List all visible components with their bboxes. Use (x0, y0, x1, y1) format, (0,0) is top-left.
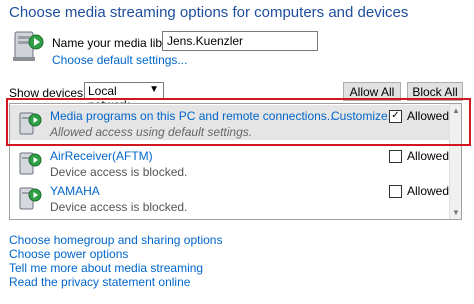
media-programs-icon (17, 109, 43, 137)
library-name-input[interactable] (162, 31, 318, 51)
device-name-media-programs[interactable]: Media programs on this PC and remote con… (50, 109, 337, 123)
device-name-yamaha[interactable]: YAMAHA (50, 184, 100, 198)
homegroup-sharing-link[interactable]: Choose homegroup and sharing options (9, 233, 222, 247)
allowed-checkbox-yamaha[interactable]: Allowed (389, 184, 449, 198)
checkbox-checked-icon: ✓ (389, 109, 402, 123)
page-title: Choose media streaming options for compu… (9, 4, 409, 21)
media-streaming-info-link[interactable]: Tell me more about media streaming (9, 261, 222, 275)
allowed-checkbox-media-programs[interactable]: ✓ Allowed (389, 109, 449, 123)
choose-default-settings-link[interactable]: Choose default settings... (52, 53, 187, 67)
device-row-yamaha[interactable]: YAMAHA Device access is blocked. Allowed (10, 180, 450, 215)
device-status-media-programs: Allowed access using default settings. (50, 125, 253, 139)
scroll-down-icon[interactable]: ▼ (452, 208, 460, 217)
scroll-up-icon[interactable]: ▲ (452, 106, 460, 115)
bottom-links: Choose homegroup and sharing options Cho… (9, 233, 222, 289)
checkbox-unchecked-icon (389, 184, 402, 198)
checkbox-unchecked-icon (389, 149, 402, 163)
media-library-icon (9, 29, 45, 65)
device-list-scrollbar[interactable]: ▲ ▼ (449, 104, 461, 219)
device-list: Media programs on this PC and remote con… (9, 103, 462, 220)
customize-link[interactable]: Customize... (331, 109, 398, 123)
power-options-link[interactable]: Choose power options (9, 247, 222, 261)
device-status-airreceiver: Device access is blocked. (50, 165, 188, 179)
block-all-button[interactable]: Block All (407, 82, 463, 101)
device-name-airreceiver[interactable]: AirReceiver(AFTM) (50, 149, 153, 163)
allowed-checkbox-airreceiver[interactable]: Allowed (389, 149, 449, 163)
allow-all-button[interactable]: Allow All (343, 82, 401, 101)
device-status-yamaha: Device access is blocked. (50, 200, 188, 214)
allowed-label: Allowed (407, 109, 450, 123)
allowed-label: Allowed (407, 184, 450, 198)
device-row-airreceiver[interactable]: AirReceiver(AFTM) Device access is block… (10, 145, 450, 180)
airreceiver-icon (17, 149, 43, 177)
allowed-label: Allowed (407, 149, 450, 163)
yamaha-icon (17, 184, 43, 212)
device-row-media-programs[interactable]: Media programs on this PC and remote con… (10, 105, 450, 140)
network-select[interactable]: Local network ▼ (84, 82, 164, 112)
privacy-statement-link[interactable]: Read the privacy statement online (9, 275, 222, 289)
chevron-down-icon: ▼ (149, 84, 159, 95)
